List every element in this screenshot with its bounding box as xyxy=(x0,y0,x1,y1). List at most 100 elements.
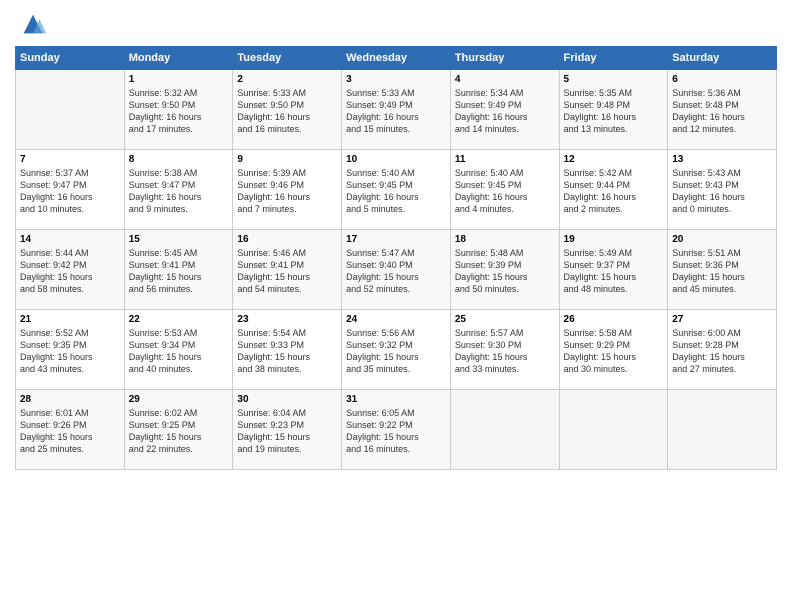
day-info: Sunrise: 6:01 AMSunset: 9:26 PMDaylight:… xyxy=(20,407,120,456)
calendar-cell: 26 Sunrise: 5:58 AMSunset: 9:29 PMDayligh… xyxy=(559,310,668,390)
day-info: Sunrise: 6:04 AMSunset: 9:23 PMDaylight:… xyxy=(237,407,337,456)
calendar-cell: 30 Sunrise: 6:04 AMSunset: 9:23 PMDayligh… xyxy=(233,390,342,470)
day-number: 10 xyxy=(346,154,446,165)
day-info: Sunrise: 5:47 AMSunset: 9:40 PMDaylight:… xyxy=(346,247,446,296)
weekday-header: Wednesday xyxy=(342,47,451,70)
calendar-cell: 20 Sunrise: 5:51 AMSunset: 9:36 PMDayligh… xyxy=(668,230,777,310)
calendar-cell: 7 Sunrise: 5:37 AMSunset: 9:47 PMDaylight… xyxy=(16,150,125,230)
day-number: 6 xyxy=(672,74,772,85)
day-info: Sunrise: 5:39 AMSunset: 9:46 PMDaylight:… xyxy=(237,167,337,216)
day-number: 29 xyxy=(129,394,229,405)
day-number: 17 xyxy=(346,234,446,245)
day-number: 26 xyxy=(564,314,664,325)
day-number: 16 xyxy=(237,234,337,245)
calendar-cell: 4Sunrise: 5:34 AMSunset: 9:49 PMDaylight… xyxy=(450,70,559,150)
day-number: 2 xyxy=(237,74,337,85)
day-number: 12 xyxy=(564,154,664,165)
day-info: Sunrise: 5:37 AMSunset: 9:47 PMDaylight:… xyxy=(20,167,120,216)
weekday-header: Friday xyxy=(559,47,668,70)
calendar-cell: 3 Sunrise: 5:33 AMSunset: 9:49 PMDaylight… xyxy=(342,70,451,150)
day-info: Sunrise: 5:35 AMSunset: 9:48 PMDaylight:… xyxy=(564,87,664,136)
day-info: Sunrise: 5:38 AMSunset: 9:47 PMDaylight:… xyxy=(129,167,229,216)
calendar-header-row: SundayMondayTuesdayWednesdayThursdayFrid… xyxy=(16,47,777,70)
calendar-cell: 16 Sunrise: 5:46 AMSunset: 9:41 PMDayligh… xyxy=(233,230,342,310)
weekday-header: Saturday xyxy=(668,47,777,70)
day-info: Sunrise: 5:53 AMSunset: 9:34 PMDaylight:… xyxy=(129,327,229,376)
day-number: 19 xyxy=(564,234,664,245)
day-number: 21 xyxy=(20,314,120,325)
day-info: Sunrise: 5:40 AMSunset: 9:45 PMDaylight:… xyxy=(455,167,555,216)
day-number: 18 xyxy=(455,234,555,245)
calendar-cell: 23Sunrise: 5:54 AMSunset: 9:33 PMDayligh… xyxy=(233,310,342,390)
day-info: Sunrise: 5:43 AMSunset: 9:43 PMDaylight:… xyxy=(672,167,772,216)
day-info: Sunrise: 5:36 AMSunset: 9:48 PMDaylight:… xyxy=(672,87,772,136)
weekday-header: Monday xyxy=(124,47,233,70)
calendar-week-row: 14 Sunrise: 5:44 AMSunset: 9:42 PMDayligh… xyxy=(16,230,777,310)
calendar-cell xyxy=(450,390,559,470)
day-info: Sunrise: 5:33 AMSunset: 9:49 PMDaylight:… xyxy=(346,87,446,136)
day-number: 24 xyxy=(346,314,446,325)
calendar-cell: 24 Sunrise: 5:56 AMSunset: 9:32 PMDayligh… xyxy=(342,310,451,390)
calendar-week-row: 1Sunrise: 5:32 AMSunset: 9:50 PMDaylight… xyxy=(16,70,777,150)
calendar-cell xyxy=(559,390,668,470)
logo-icon xyxy=(19,10,47,38)
day-info: Sunrise: 5:52 AMSunset: 9:35 PMDaylight:… xyxy=(20,327,120,376)
day-info: Sunrise: 5:44 AMSunset: 9:42 PMDaylight:… xyxy=(20,247,120,296)
calendar-cell xyxy=(668,390,777,470)
day-number: 8 xyxy=(129,154,229,165)
day-info: Sunrise: 5:33 AMSunset: 9:50 PMDaylight:… xyxy=(237,87,337,136)
day-info: Sunrise: 5:46 AMSunset: 9:41 PMDaylight:… xyxy=(237,247,337,296)
day-number: 23 xyxy=(237,314,337,325)
day-info: Sunrise: 5:48 AMSunset: 9:39 PMDaylight:… xyxy=(455,247,555,296)
day-info: Sunrise: 5:34 AMSunset: 9:49 PMDaylight:… xyxy=(455,87,555,136)
calendar-cell: 25 Sunrise: 5:57 AMSunset: 9:30 PMDayligh… xyxy=(450,310,559,390)
calendar-cell: 1Sunrise: 5:32 AMSunset: 9:50 PMDaylight… xyxy=(124,70,233,150)
day-number: 20 xyxy=(672,234,772,245)
weekday-header: Tuesday xyxy=(233,47,342,70)
calendar-week-row: 21 Sunrise: 5:52 AMSunset: 9:35 PMDayligh… xyxy=(16,310,777,390)
calendar-cell: 31Sunrise: 6:05 AMSunset: 9:22 PMDayligh… xyxy=(342,390,451,470)
calendar-cell: 17 Sunrise: 5:47 AMSunset: 9:40 PMDayligh… xyxy=(342,230,451,310)
day-number: 14 xyxy=(20,234,120,245)
day-number: 3 xyxy=(346,74,446,85)
day-info: Sunrise: 6:02 AMSunset: 9:25 PMDaylight:… xyxy=(129,407,229,456)
day-number: 25 xyxy=(455,314,555,325)
weekday-header: Sunday xyxy=(16,47,125,70)
calendar-cell: 27 Sunrise: 6:00 AMSunset: 9:28 PMDayligh… xyxy=(668,310,777,390)
day-number: 27 xyxy=(672,314,772,325)
day-info: Sunrise: 5:58 AMSunset: 9:29 PMDaylight:… xyxy=(564,327,664,376)
day-number: 5 xyxy=(564,74,664,85)
day-number: 1 xyxy=(129,74,229,85)
logo xyxy=(15,10,47,38)
day-info: Sunrise: 6:00 AMSunset: 9:28 PMDaylight:… xyxy=(672,327,772,376)
day-info: Sunrise: 5:57 AMSunset: 9:30 PMDaylight:… xyxy=(455,327,555,376)
day-info: Sunrise: 5:49 AMSunset: 9:37 PMDaylight:… xyxy=(564,247,664,296)
calendar-cell: 10Sunrise: 5:40 AMSunset: 9:45 PMDayligh… xyxy=(342,150,451,230)
calendar-cell: 12Sunrise: 5:42 AMSunset: 9:44 PMDayligh… xyxy=(559,150,668,230)
day-info: Sunrise: 5:45 AMSunset: 9:41 PMDaylight:… xyxy=(129,247,229,296)
weekday-header: Thursday xyxy=(450,47,559,70)
day-number: 7 xyxy=(20,154,120,165)
calendar-cell: 6 Sunrise: 5:36 AMSunset: 9:48 PMDaylight… xyxy=(668,70,777,150)
calendar-cell: 15 Sunrise: 5:45 AMSunset: 9:41 PMDayligh… xyxy=(124,230,233,310)
calendar-cell: 5 Sunrise: 5:35 AMSunset: 9:48 PMDaylight… xyxy=(559,70,668,150)
calendar-cell: 11 Sunrise: 5:40 AMSunset: 9:45 PMDayligh… xyxy=(450,150,559,230)
page-header xyxy=(15,10,777,38)
calendar-cell: 19 Sunrise: 5:49 AMSunset: 9:37 PMDayligh… xyxy=(559,230,668,310)
calendar-cell: 29 Sunrise: 6:02 AMSunset: 9:25 PMDayligh… xyxy=(124,390,233,470)
calendar-cell: 21 Sunrise: 5:52 AMSunset: 9:35 PMDayligh… xyxy=(16,310,125,390)
calendar-cell: 9 Sunrise: 5:39 AMSunset: 9:46 PMDaylight… xyxy=(233,150,342,230)
day-number: 28 xyxy=(20,394,120,405)
day-number: 15 xyxy=(129,234,229,245)
day-number: 30 xyxy=(237,394,337,405)
day-info: Sunrise: 5:56 AMSunset: 9:32 PMDaylight:… xyxy=(346,327,446,376)
day-number: 9 xyxy=(237,154,337,165)
day-info: Sunrise: 5:51 AMSunset: 9:36 PMDaylight:… xyxy=(672,247,772,296)
day-number: 11 xyxy=(455,154,555,165)
calendar-cell xyxy=(16,70,125,150)
calendar-cell: 2 Sunrise: 5:33 AMSunset: 9:50 PMDaylight… xyxy=(233,70,342,150)
day-number: 31 xyxy=(346,394,446,405)
calendar-week-row: 28 Sunrise: 6:01 AMSunset: 9:26 PMDayligh… xyxy=(16,390,777,470)
calendar-cell: 22Sunrise: 5:53 AMSunset: 9:34 PMDayligh… xyxy=(124,310,233,390)
calendar-table: SundayMondayTuesdayWednesdayThursdayFrid… xyxy=(15,46,777,470)
